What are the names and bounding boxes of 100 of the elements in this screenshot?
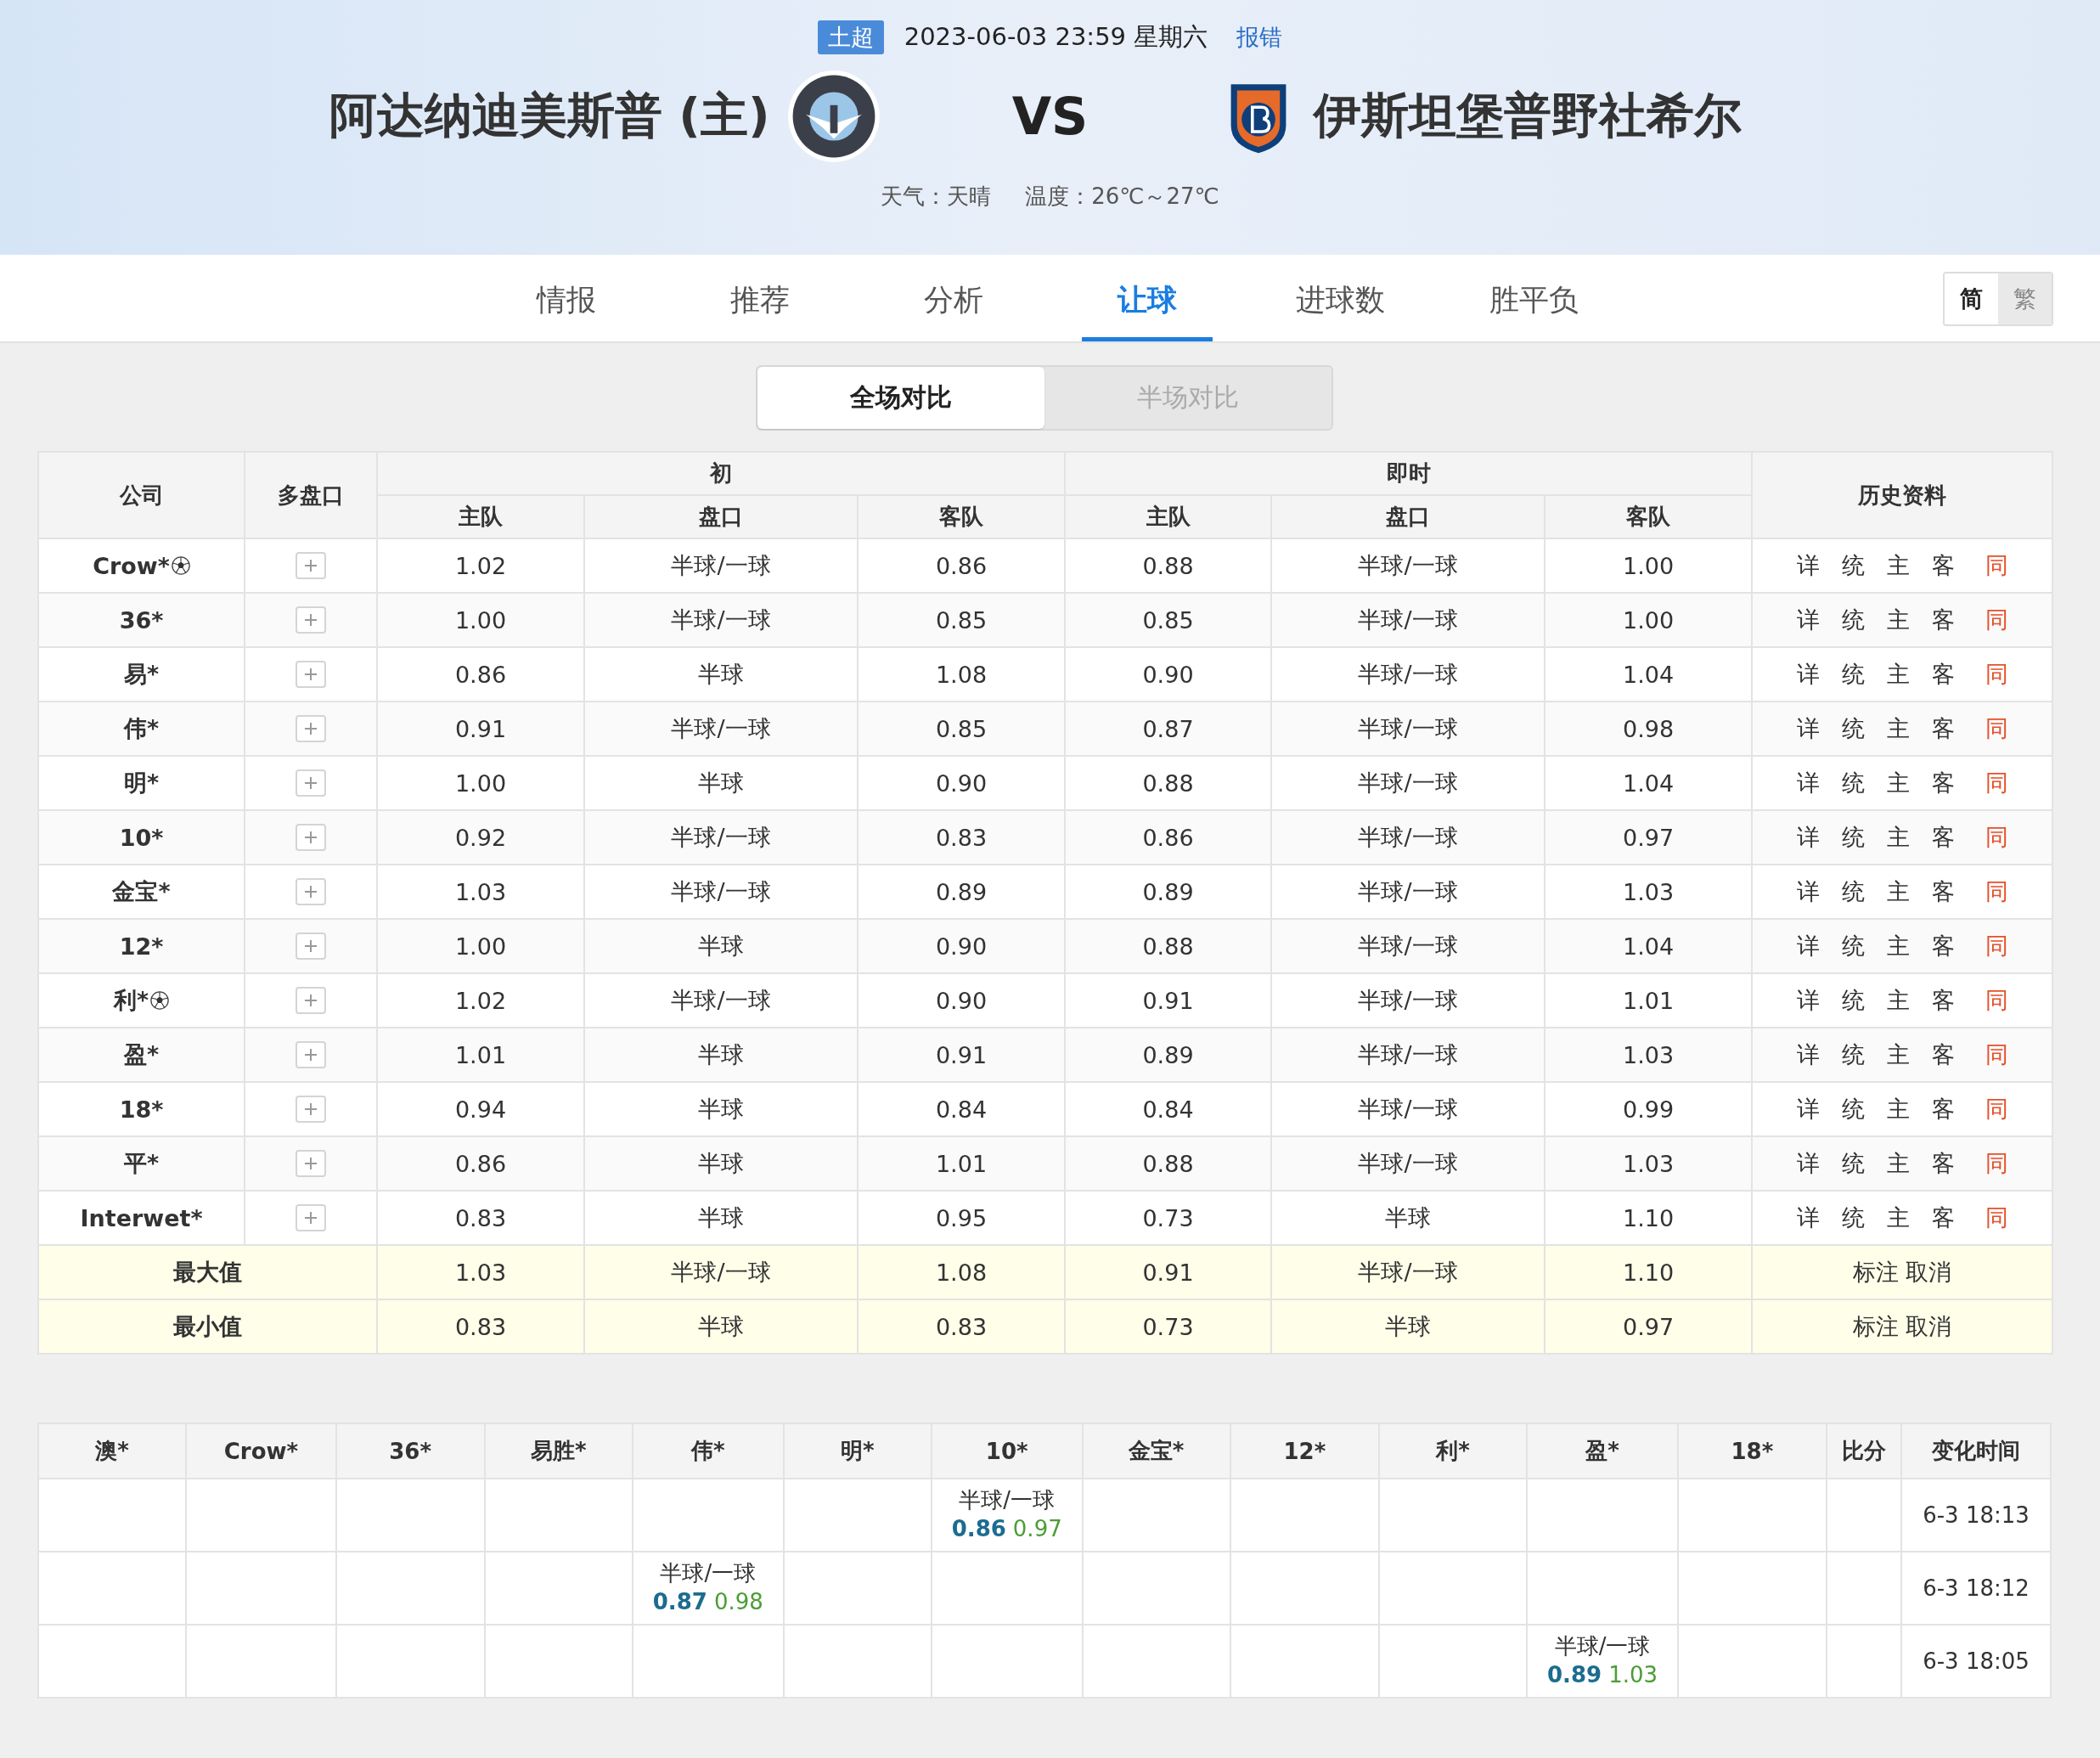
history-link[interactable]: 详	[1796, 550, 1820, 581]
report-error-link[interactable]: 报错	[1236, 22, 1283, 53]
history-link[interactable]: 统	[1841, 1148, 1865, 1179]
table-cell: 0.86	[454, 661, 507, 688]
action-link[interactable]: 标注	[1853, 1311, 1900, 1342]
table-cell: 半球	[1385, 1204, 1431, 1231]
company-name: 18*	[119, 1096, 164, 1123]
history-link[interactable]: 主	[1886, 985, 1910, 1016]
history-link[interactable]: 主	[1886, 605, 1910, 635]
history-link[interactable]: 客	[1931, 1094, 1955, 1124]
history-link[interactable]: 客	[1931, 822, 1955, 853]
history-link[interactable]: 统	[1841, 876, 1865, 907]
history-link[interactable]: 详	[1796, 1203, 1820, 1233]
table-cell: 半球	[698, 1204, 744, 1231]
table-cell: 1.01	[454, 1041, 507, 1068]
history-link[interactable]: 详	[1796, 1094, 1820, 1124]
history-link[interactable]: 统	[1841, 659, 1865, 690]
history-link[interactable]: 详	[1796, 985, 1820, 1016]
expand-button[interactable]	[296, 1150, 326, 1177]
history-link[interactable]: 统	[1841, 1203, 1865, 1233]
table-cell: 半球/一球	[1358, 715, 1458, 741]
history-link[interactable]: 详	[1796, 768, 1820, 798]
history-link[interactable]: 同	[1985, 713, 2008, 744]
history-link[interactable]: 主	[1886, 1203, 1910, 1233]
history-link[interactable]: 客	[1931, 768, 1955, 798]
expand-button[interactable]	[296, 933, 326, 960]
history-link[interactable]: 同	[1985, 768, 2008, 798]
history-link[interactable]: 主	[1886, 1148, 1910, 1179]
history-link[interactable]: 详	[1796, 713, 1820, 744]
history-link[interactable]: 主	[1886, 713, 1910, 744]
history-link[interactable]: 统	[1841, 768, 1865, 798]
action-link[interactable]: 取消	[1906, 1311, 1952, 1342]
history-link[interactable]: 统	[1841, 550, 1865, 581]
history-link[interactable]: 客	[1931, 550, 1955, 581]
history-link[interactable]: 主	[1886, 550, 1910, 581]
history-link[interactable]: 详	[1796, 822, 1820, 853]
history-link[interactable]: 客	[1931, 659, 1955, 690]
history-link[interactable]: 客	[1931, 1148, 1955, 1179]
tab[interactable]: 胜平负	[1468, 255, 1600, 341]
history-link[interactable]: 同	[1985, 985, 2008, 1016]
history-link[interactable]: 详	[1796, 1148, 1820, 1179]
history-link[interactable]: 主	[1886, 1040, 1910, 1070]
history-link[interactable]: 客	[1931, 985, 1955, 1016]
history-link[interactable]: 详	[1796, 605, 1820, 635]
history-link[interactable]: 同	[1985, 659, 2008, 690]
history-link[interactable]: 同	[1985, 876, 2008, 907]
history-link[interactable]: 同	[1985, 550, 2008, 581]
history-link[interactable]: 统	[1841, 985, 1865, 1016]
expand-button[interactable]	[296, 987, 326, 1014]
table-cell: 半球/一球	[1358, 987, 1458, 1013]
action-link[interactable]: 取消	[1906, 1257, 1952, 1288]
expand-button[interactable]	[296, 1204, 326, 1231]
tab[interactable]: 进球数	[1275, 255, 1406, 341]
tab[interactable]: 分析	[887, 255, 1019, 341]
table-cell: 半球/一球	[1358, 552, 1458, 578]
expand-button[interactable]	[296, 606, 326, 634]
history-link[interactable]: 统	[1841, 605, 1865, 635]
history-link[interactable]: 统	[1841, 822, 1865, 853]
tab[interactable]: 推荐	[694, 255, 825, 341]
history-link[interactable]: 同	[1985, 605, 2008, 635]
history-link[interactable]: 主	[1886, 659, 1910, 690]
tab[interactable]: 情报	[500, 255, 632, 341]
history-link[interactable]: 统	[1841, 1040, 1865, 1070]
history-link[interactable]: 客	[1931, 1203, 1955, 1233]
expand-button[interactable]	[296, 1041, 326, 1068]
history-link[interactable]: 主	[1886, 822, 1910, 853]
history-link[interactable]: 同	[1985, 822, 2008, 853]
expand-button[interactable]	[296, 824, 326, 851]
expand-button[interactable]	[296, 769, 326, 797]
history-link[interactable]: 详	[1796, 876, 1820, 907]
history-link[interactable]: 统	[1841, 1094, 1865, 1124]
history-link[interactable]: 统	[1841, 931, 1865, 961]
expand-button[interactable]	[296, 878, 326, 905]
history-link[interactable]: 主	[1886, 876, 1910, 907]
history-link[interactable]: 同	[1985, 931, 2008, 961]
expand-button[interactable]	[296, 715, 326, 742]
scope-option[interactable]: 全场对比	[757, 367, 1044, 429]
history-link[interactable]: 客	[1931, 605, 1955, 635]
table-cell: 1.04	[1622, 933, 1675, 960]
history-link[interactable]: 同	[1985, 1094, 2008, 1124]
expand-button[interactable]	[296, 661, 326, 688]
history-link[interactable]: 同	[1985, 1148, 2008, 1179]
history-link[interactable]: 详	[1796, 931, 1820, 961]
history-link[interactable]: 客	[1931, 713, 1955, 744]
history-link[interactable]: 主	[1886, 1094, 1910, 1124]
history-link[interactable]: 客	[1931, 931, 1955, 961]
history-link[interactable]: 详	[1796, 1040, 1820, 1070]
history-link[interactable]: 主	[1886, 768, 1910, 798]
expand-button[interactable]	[296, 552, 326, 579]
history-link[interactable]: 详	[1796, 659, 1820, 690]
expand-button[interactable]	[296, 1096, 326, 1123]
history-link[interactable]: 同	[1985, 1040, 2008, 1070]
history-link[interactable]: 客	[1931, 1040, 1955, 1070]
history-link[interactable]: 客	[1931, 876, 1955, 907]
table-cell: 1.00	[454, 933, 507, 960]
action-link[interactable]: 标注	[1853, 1257, 1900, 1288]
tab[interactable]: 让球	[1081, 255, 1213, 341]
history-link[interactable]: 主	[1886, 931, 1910, 961]
history-link[interactable]: 同	[1985, 1203, 2008, 1233]
history-link[interactable]: 统	[1841, 713, 1865, 744]
